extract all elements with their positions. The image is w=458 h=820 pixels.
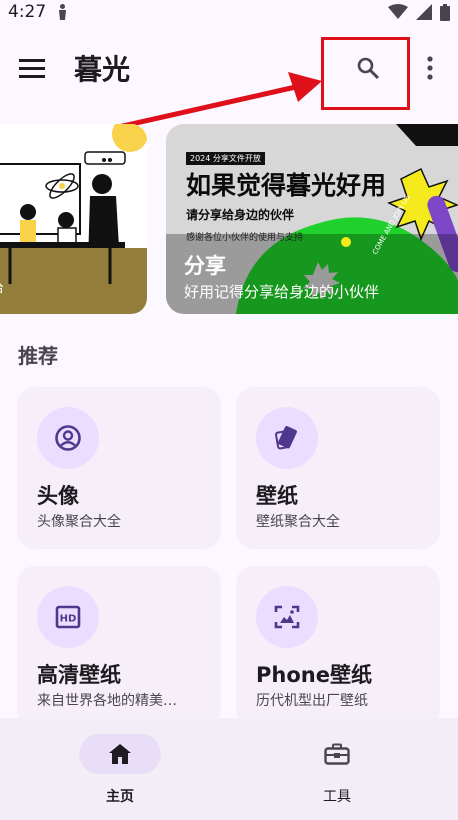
ad-small-text: 感谢各位小伙伴的使用与支持 (186, 233, 304, 243)
ad-headline: 如果觉得暮光好用 (186, 171, 387, 200)
nav-label-tools: 工具 (323, 789, 351, 805)
card-icon-circle (37, 407, 99, 469)
more-vert-icon (427, 56, 433, 80)
card-phone-wallpaper[interactable]: Phone壁纸 历代机型出厂壁纸 (236, 566, 440, 728)
section-title: 推荐 (18, 344, 58, 368)
card-icon-circle: HD (37, 586, 99, 648)
card-icon-circle (256, 407, 318, 469)
card-subtitle: 历代机型出厂壁纸 (256, 693, 368, 709)
nav-icon-container (296, 734, 378, 774)
more-button[interactable] (414, 50, 446, 86)
banner-previous[interactable]: 台 (0, 124, 147, 314)
ad-subheadline: 请分享给身边的伙伴 (186, 208, 295, 222)
banner-previous-caption: 台 (0, 279, 4, 296)
status-icons (388, 3, 450, 21)
banner-subtitle: 好用记得分享给身边的小伙伴 (184, 283, 380, 301)
annotation-highlight-box (321, 37, 410, 110)
notification-icon (59, 4, 67, 20)
nav-label-home: 主页 (106, 789, 134, 805)
status-bar: 4:27 (0, 0, 458, 24)
team-illustration (0, 124, 147, 314)
home-icon (109, 744, 131, 764)
signal-icon (416, 4, 432, 20)
banner-share[interactable]: 2024 分享文件开放 如果觉得暮光好用 请分享给身边的伙伴 感谢各位小伙伴的使… (166, 124, 458, 314)
toolbox-icon (324, 743, 350, 765)
bottom-navigation: 主页 工具 (0, 718, 458, 820)
avatar-icon (55, 425, 81, 451)
card-hd-wallpaper[interactable]: HD 高清壁纸 来自世界各地的精美… (17, 566, 221, 728)
banner-carousel[interactable]: 台 2024 分享文件开放 如果觉得暮光好用 请分享给身边的伙伴 感谢各位小伙伴… (0, 122, 458, 314)
card-title: 壁纸 (256, 484, 298, 508)
card-title: 头像 (37, 484, 79, 508)
hd-icon: HD (55, 605, 81, 629)
card-icon-circle (256, 586, 318, 648)
ad-badge: 2024 分享文件开放 (186, 152, 265, 165)
banner-title: 分享 (184, 254, 226, 278)
wallpaper-icon (275, 426, 297, 450)
nav-item-home[interactable]: 主页 (60, 734, 180, 814)
card-subtitle: 头像聚合大全 (37, 514, 121, 530)
nav-item-tools[interactable]: 工具 (277, 734, 397, 814)
card-subtitle: 壁纸聚合大全 (256, 514, 340, 530)
nav-active-indicator (79, 734, 161, 774)
phone-wallpaper-icon (274, 605, 300, 629)
battery-icon (440, 3, 450, 21)
svg-text:HD: HD (60, 614, 77, 625)
card-avatar[interactable]: 头像 头像聚合大全 (17, 387, 221, 549)
card-title: 高清壁纸 (37, 663, 121, 687)
status-time: 4:27 (8, 2, 47, 22)
card-title: Phone壁纸 (256, 663, 372, 687)
card-wallpaper[interactable]: 壁纸 壁纸聚合大全 (236, 387, 440, 549)
wifi-icon (388, 4, 408, 19)
card-subtitle: 来自世界各地的精美… (37, 693, 177, 709)
